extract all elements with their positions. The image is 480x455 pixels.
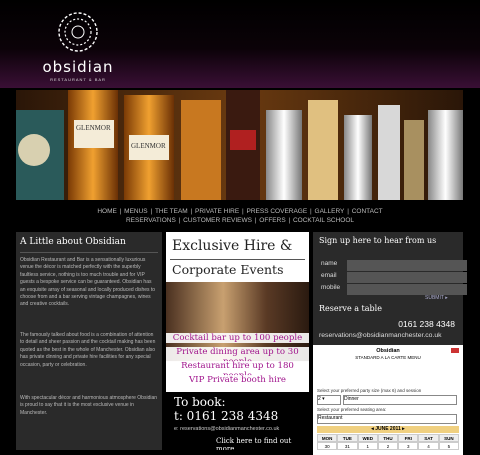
seating-area-select[interactable]: Restaurant — [317, 414, 457, 424]
nav-row-2: RESERVATIONS | CUSTOMER REVIEWS | OFFERS… — [125, 217, 355, 224]
calendar-week[interactable]: 30 31 1 2 3 4 5 — [317, 442, 459, 450]
signup-title: Sign up here to hear from us — [319, 236, 437, 245]
nav-offers[interactable]: OFFERS — [258, 217, 286, 224]
booking-widget: Obsidian STANDARD A LA CARTE MENU Select… — [313, 345, 463, 455]
about-panel: A Little about Obsidian Obsidian Restaur… — [16, 232, 162, 450]
widget-menu-name: STANDARD A LA CARTE MENU — [355, 355, 421, 360]
nav-cocktail-school[interactable]: COCKTAIL SCHOOL — [292, 217, 355, 224]
calendar-weekdays: MON TUE WED THU FRI SAT SUN — [317, 434, 459, 442]
seating-area-label: Select your preferred seating area: — [317, 407, 387, 412]
flag-icon — [451, 348, 459, 353]
name-label: name — [321, 260, 338, 267]
hire-panel[interactable]: Exclusive Hire & Corporate Events Cockta… — [166, 232, 309, 450]
nav-gallery[interactable]: GALLERY — [314, 208, 346, 215]
main-nav: HOME | MENUS | THE TEAM | PRIVATE HIRE |… — [0, 207, 480, 225]
party-size-select[interactable]: 2 ▾ — [317, 395, 341, 405]
mobile-label: mobile — [321, 284, 341, 291]
hire-item-vip-booth: VIP Private booth hire — [166, 375, 309, 385]
logo-name[interactable]: obsidian — [38, 58, 118, 76]
about-title: A Little about Obsidian — [20, 237, 126, 247]
party-size-label: Select your preferred party size (max 6)… — [317, 388, 422, 393]
reserve-phone: 0161 238 4348 — [398, 319, 455, 329]
book-email[interactable]: e: reservations@obsidianmanchester.co.uk — [174, 426, 279, 432]
nav-team[interactable]: THE TEAM — [154, 208, 189, 215]
svg-text:GLENMOR: GLENMOR — [76, 124, 111, 132]
svg-text:GLENMOR: GLENMOR — [131, 142, 166, 150]
divider — [20, 252, 158, 253]
about-paragraph-3: With spectacular décor and harmonious at… — [20, 395, 158, 416]
nav-menus[interactable]: MENUS — [123, 208, 148, 215]
nav-press[interactable]: PRESS COVERAGE — [246, 208, 309, 215]
nav-home[interactable]: HOME — [96, 208, 118, 215]
widget-venue-name: Obsidian — [376, 348, 400, 354]
nav-row-1: HOME | MENUS | THE TEAM | PRIVATE HIRE |… — [96, 208, 384, 215]
logo-tagline: RESTAURANT & BAR — [50, 77, 106, 82]
hire-title-2: Corporate Events — [172, 262, 284, 277]
book-phone: t: 0161 238 4348 — [174, 409, 279, 423]
email-field[interactable] — [347, 272, 467, 283]
bottles-banner-image: GLENMOR GLENMOR — [16, 90, 463, 200]
reserve-title: Reserve a table — [319, 304, 382, 313]
nav-reviews[interactable]: CUSTOMER REVIEWS — [182, 217, 253, 224]
book-label: To book: — [174, 395, 226, 409]
session-select[interactable]: Dinner — [343, 395, 457, 405]
nav-private-hire[interactable]: PRIVATE HIRE — [194, 208, 240, 215]
name-field[interactable] — [347, 260, 467, 271]
mobile-field[interactable] — [347, 284, 467, 295]
find-out-more-link[interactable]: Click here to find out more — [216, 437, 309, 450]
reserve-email[interactable]: reservations@obsidianmanchester.co.uk — [319, 332, 442, 339]
about-paragraph-2: The famously talked about food is a comb… — [20, 332, 156, 368]
hire-item-cocktail-bar: Cocktail bar up to 100 people — [166, 333, 309, 343]
nav-reservations[interactable]: RESERVATIONS — [125, 217, 177, 224]
nav-contact[interactable]: CONTACT — [351, 208, 384, 215]
booking-box: To book: t: 0161 238 4348 e: reservation… — [166, 392, 309, 450]
divider — [170, 259, 305, 260]
hire-title-1: Exclusive Hire & — [172, 238, 293, 254]
calendar-month[interactable]: ◂ JUNE 2011 ▸ — [317, 426, 459, 433]
email-label: email — [321, 272, 337, 279]
about-paragraph-1: Obsidian Restaurant and Bar is a sensati… — [20, 257, 156, 308]
submit-button[interactable]: SUBMIT ▸ — [425, 295, 448, 301]
logo-emblem — [58, 12, 98, 52]
